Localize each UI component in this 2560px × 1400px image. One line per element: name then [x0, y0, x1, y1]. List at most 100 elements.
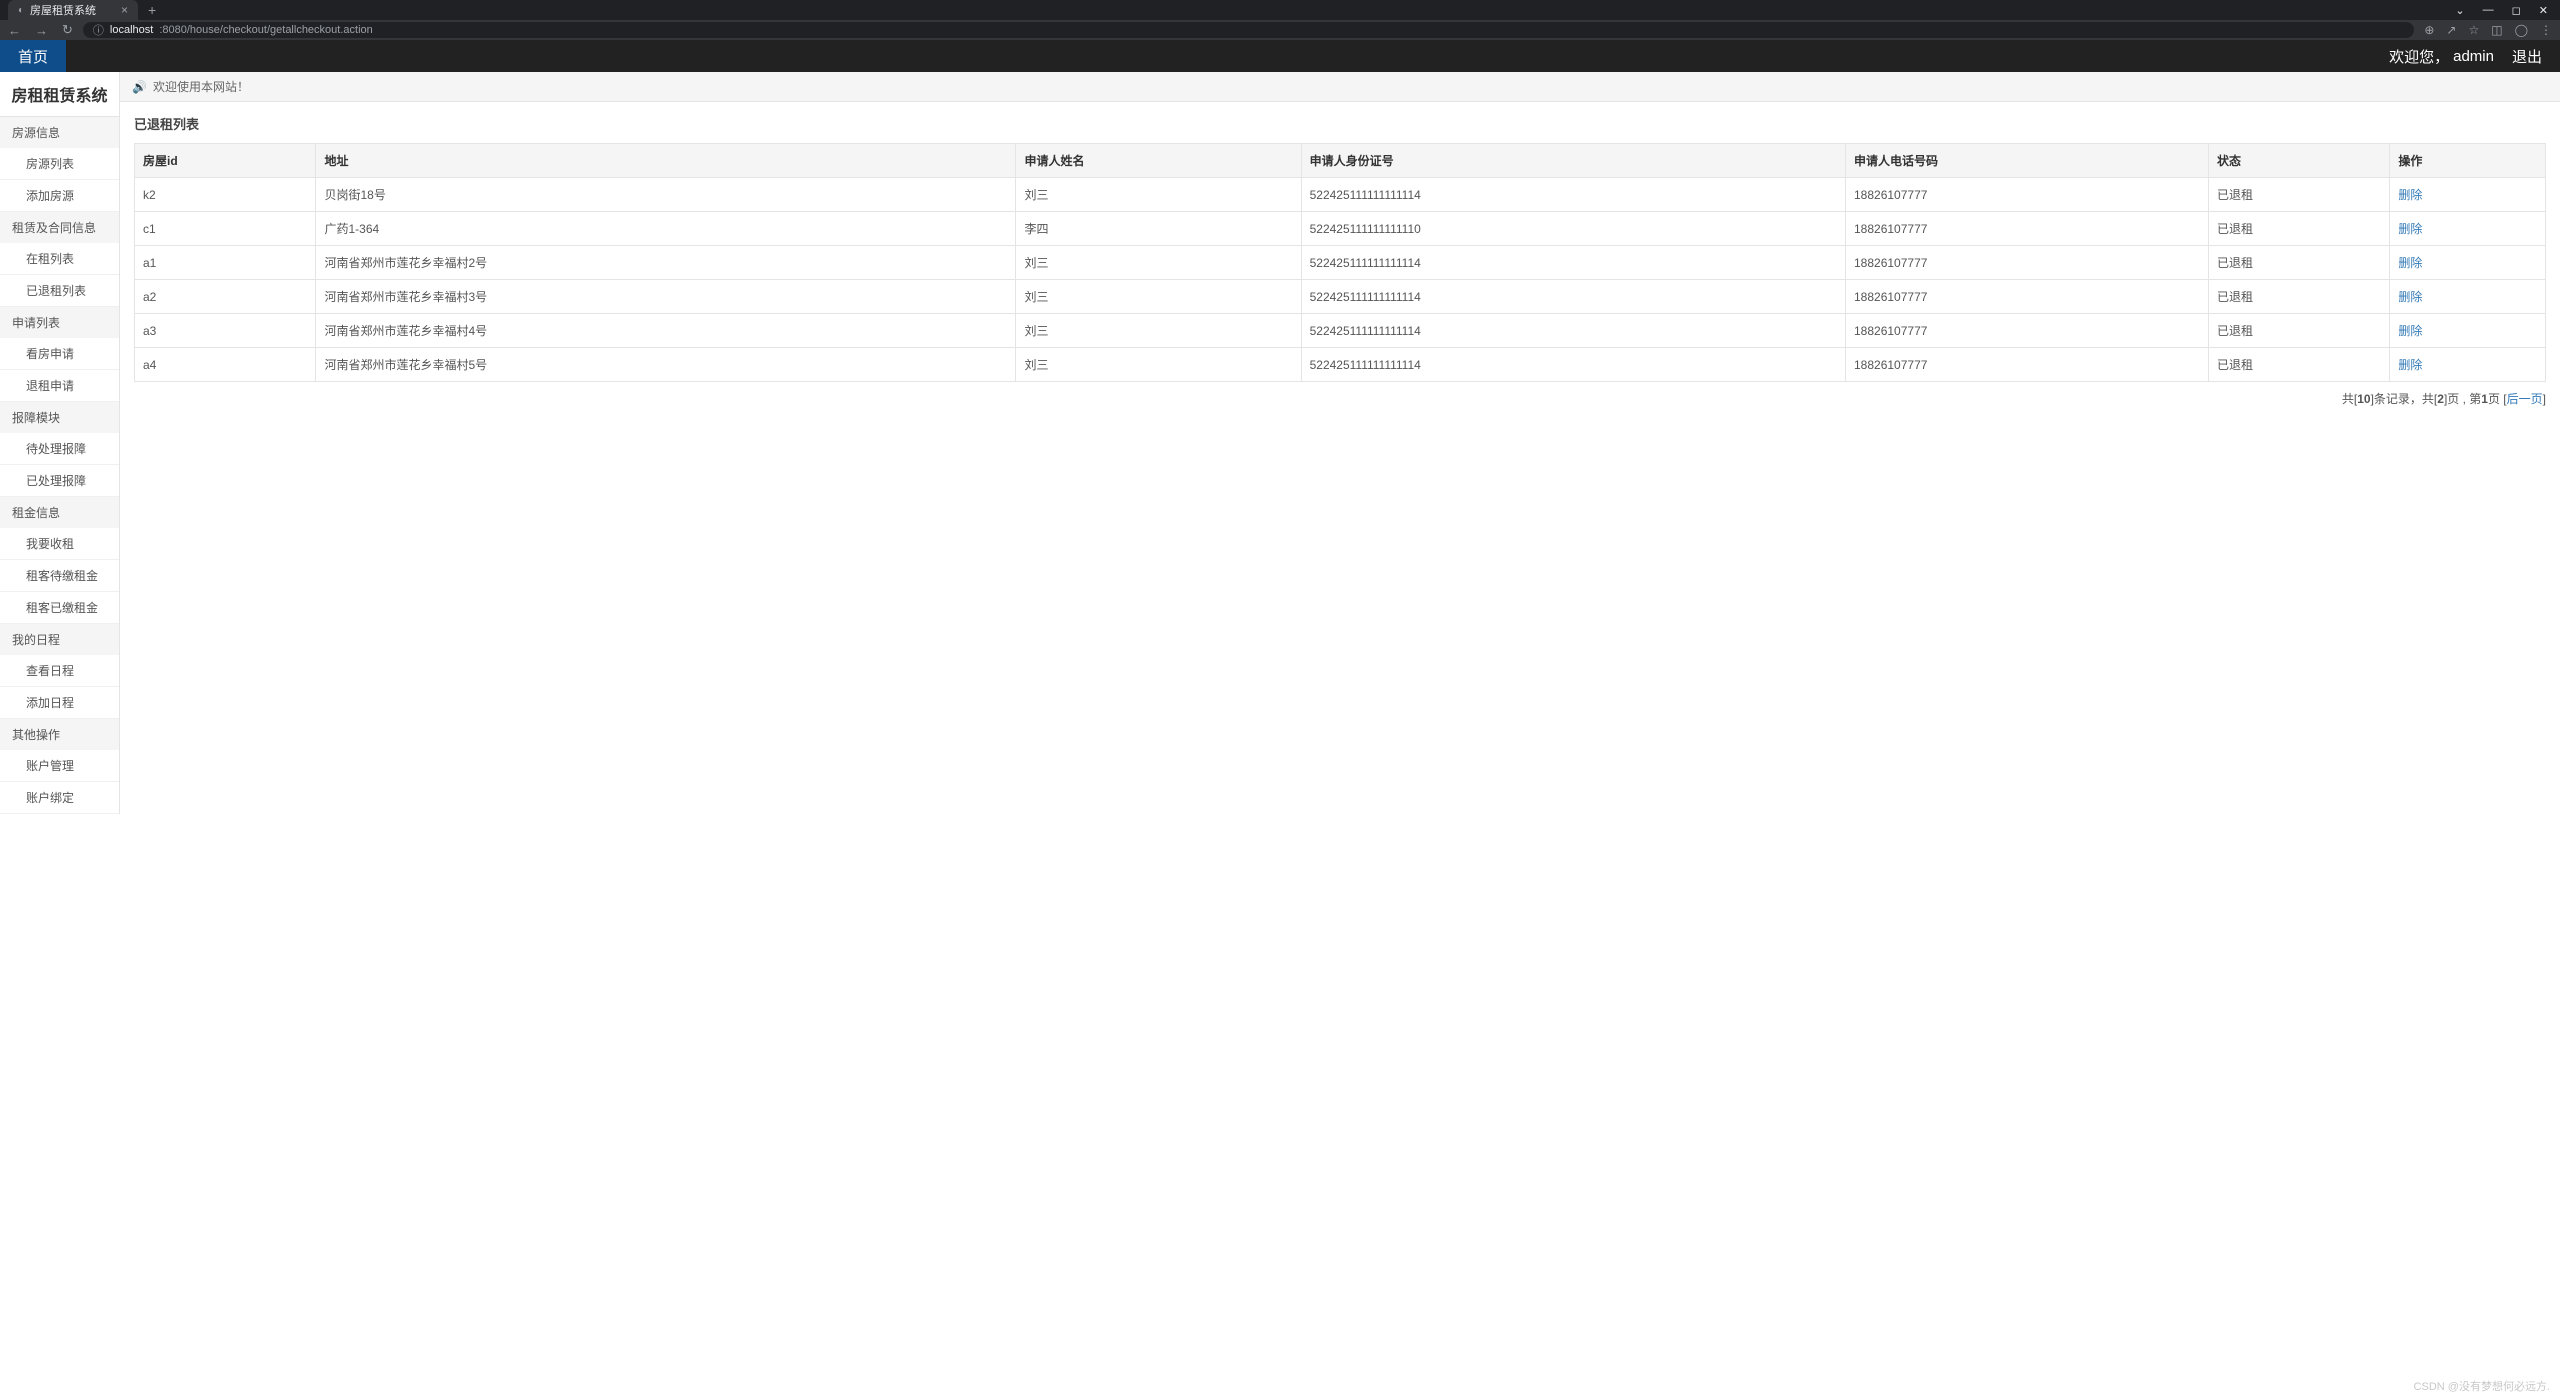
cell-addr: 河南省郑州市莲花乡幸福村4号	[316, 314, 1016, 348]
info-icon: ⓘ	[93, 22, 104, 38]
page-title: 已退租列表	[134, 114, 2546, 133]
menu-item[interactable]: 看房申请	[0, 338, 119, 370]
star-icon[interactable]: ☆	[2468, 23, 2479, 37]
menu-group[interactable]: 我的日程	[0, 624, 119, 655]
reload-icon[interactable]: ↻	[62, 22, 73, 38]
browser-address-bar: ← → ↻ ⓘ localhost:8080/house/checkout/ge…	[0, 20, 2560, 40]
column-header: 申请人电话号码	[1846, 144, 2209, 178]
menu-group[interactable]: 其他操作	[0, 719, 119, 750]
delete-link[interactable]: 删除	[2398, 290, 2422, 304]
current-page: 1	[2481, 392, 2488, 406]
total-records: 10	[2357, 392, 2370, 406]
cell-idno: 522425111111111114	[1301, 348, 1845, 382]
minimize-icon[interactable]: —	[2483, 4, 2494, 17]
announcement-bar: 🔊 欢迎使用本网站！	[120, 72, 2560, 102]
nav-home-label: 首页	[18, 46, 48, 67]
share-icon[interactable]: ↗	[2446, 23, 2456, 37]
logout-link[interactable]: 退出	[2512, 46, 2542, 67]
browser-tab[interactable]: ◐ 房屋租赁系统 ×	[8, 0, 138, 20]
brand-title: 房租租赁系统	[0, 72, 119, 117]
menu-item[interactable]: 房源列表	[0, 148, 119, 180]
chevron-down-icon[interactable]: ⌄	[2455, 4, 2464, 17]
menu-item[interactable]: 账户绑定	[0, 782, 119, 814]
cell-phone: 18826107777	[1846, 212, 2209, 246]
maximize-icon[interactable]: ◻	[2512, 4, 2521, 17]
cell-phone: 18826107777	[1846, 246, 2209, 280]
delete-link[interactable]: 删除	[2398, 324, 2422, 338]
next-page-link[interactable]: 后一页	[2507, 392, 2543, 406]
cell-name: 刘三	[1016, 178, 1301, 212]
pagination: 共[10]条记录，共[2]页 , 第1页 [后一页]	[134, 390, 2546, 407]
url-input[interactable]: ⓘ localhost:8080/house/checkout/getallch…	[83, 22, 2414, 38]
new-tab-button[interactable]: +	[138, 2, 166, 18]
menu-item[interactable]: 在租列表	[0, 243, 119, 275]
cell-phone: 18826107777	[1846, 348, 2209, 382]
cell-addr: 广药1-364	[316, 212, 1016, 246]
cell-id: a3	[135, 314, 316, 348]
menu-item[interactable]: 添加房源	[0, 180, 119, 212]
cell-addr: 贝岗街18号	[316, 178, 1016, 212]
table-row: a2河南省郑州市莲花乡幸福村3号刘三5224251111111111141882…	[135, 280, 2546, 314]
nav-icons: ← → ↻	[8, 22, 73, 38]
window-close-icon[interactable]: ✕	[2539, 4, 2548, 17]
delete-link[interactable]: 删除	[2398, 188, 2422, 202]
delete-link[interactable]: 删除	[2398, 358, 2422, 372]
menu-item[interactable]: 已处理报障	[0, 465, 119, 497]
back-icon[interactable]: ←	[8, 23, 21, 38]
menu-group[interactable]: 报障模块	[0, 402, 119, 433]
column-header: 状态	[2208, 144, 2389, 178]
menu-group[interactable]: 申请列表	[0, 307, 119, 338]
cell-id: a4	[135, 348, 316, 382]
delete-link[interactable]: 删除	[2398, 256, 2422, 270]
cell-idno: 522425111111111114	[1301, 246, 1845, 280]
close-icon[interactable]: ×	[121, 3, 128, 17]
total-pages: 2	[2437, 392, 2444, 406]
zoom-icon[interactable]: ⊕	[2424, 23, 2434, 37]
menu-icon[interactable]: ⋮	[2540, 23, 2552, 37]
extensions-icon[interactable]: ◫	[2491, 23, 2502, 37]
menu-item[interactable]: 账户管理	[0, 750, 119, 782]
menu-item[interactable]: 待处理报障	[0, 433, 119, 465]
browser-right-icons: ⊕ ↗ ☆ ◫ ◯ ⋮	[2424, 23, 2552, 37]
cell-idno: 522425111111111114	[1301, 280, 1845, 314]
cell-id: a2	[135, 280, 316, 314]
menu-group[interactable]: 租金信息	[0, 497, 119, 528]
cell-status: 已退租	[2208, 348, 2389, 382]
column-header: 操作	[2390, 144, 2546, 178]
menu-item[interactable]: 添加日程	[0, 687, 119, 719]
cell-addr: 河南省郑州市莲花乡幸福村3号	[316, 280, 1016, 314]
cell-id: k2	[135, 178, 316, 212]
table-row: k2贝岗街18号刘三52242511111111111418826107777已…	[135, 178, 2546, 212]
menu-item[interactable]: 查看日程	[0, 655, 119, 687]
delete-link[interactable]: 删除	[2398, 222, 2422, 236]
username: admin	[2453, 48, 2494, 65]
cell-status: 已退租	[2208, 212, 2389, 246]
cell-id: a1	[135, 246, 316, 280]
table-row: c1广药1-364李四52242511111111111018826107777…	[135, 212, 2546, 246]
cell-idno: 522425111111111114	[1301, 178, 1845, 212]
column-header: 申请人身份证号	[1301, 144, 1845, 178]
nav-home[interactable]: 首页	[0, 40, 66, 72]
menu-item[interactable]: 租客已缴租金	[0, 592, 119, 624]
cell-status: 已退租	[2208, 178, 2389, 212]
cell-status: 已退租	[2208, 246, 2389, 280]
watermark: CSDN @没有梦想何必远方.	[2414, 1378, 2550, 1394]
cell-id: c1	[135, 212, 316, 246]
tab-title: 房屋租赁系统	[30, 2, 96, 18]
menu-item[interactable]: 退租申请	[0, 370, 119, 402]
forward-icon[interactable]: →	[35, 23, 48, 38]
menu-item[interactable]: 租客待缴租金	[0, 560, 119, 592]
announcement-text: 欢迎使用本网站！	[153, 78, 249, 95]
menu-item[interactable]: 已退租列表	[0, 275, 119, 307]
cell-addr: 河南省郑州市莲花乡幸福村2号	[316, 246, 1016, 280]
menu-group[interactable]: 租赁及合同信息	[0, 212, 119, 243]
menu-item[interactable]: 我要收租	[0, 528, 119, 560]
cell-phone: 18826107777	[1846, 280, 2209, 314]
sidebar: 房租租赁系统 房源信息房源列表添加房源租赁及合同信息在租列表已退租列表申请列表看…	[0, 72, 120, 814]
main-content: 🔊 欢迎使用本网站！ 已退租列表 房屋id地址申请人姓名申请人身份证号申请人电话…	[120, 72, 2560, 814]
cell-idno: 522425111111111114	[1301, 314, 1845, 348]
url-host: localhost	[110, 24, 153, 36]
globe-icon: ◐	[18, 5, 24, 16]
menu-group[interactable]: 房源信息	[0, 117, 119, 148]
profile-icon[interactable]: ◯	[2515, 23, 2528, 37]
